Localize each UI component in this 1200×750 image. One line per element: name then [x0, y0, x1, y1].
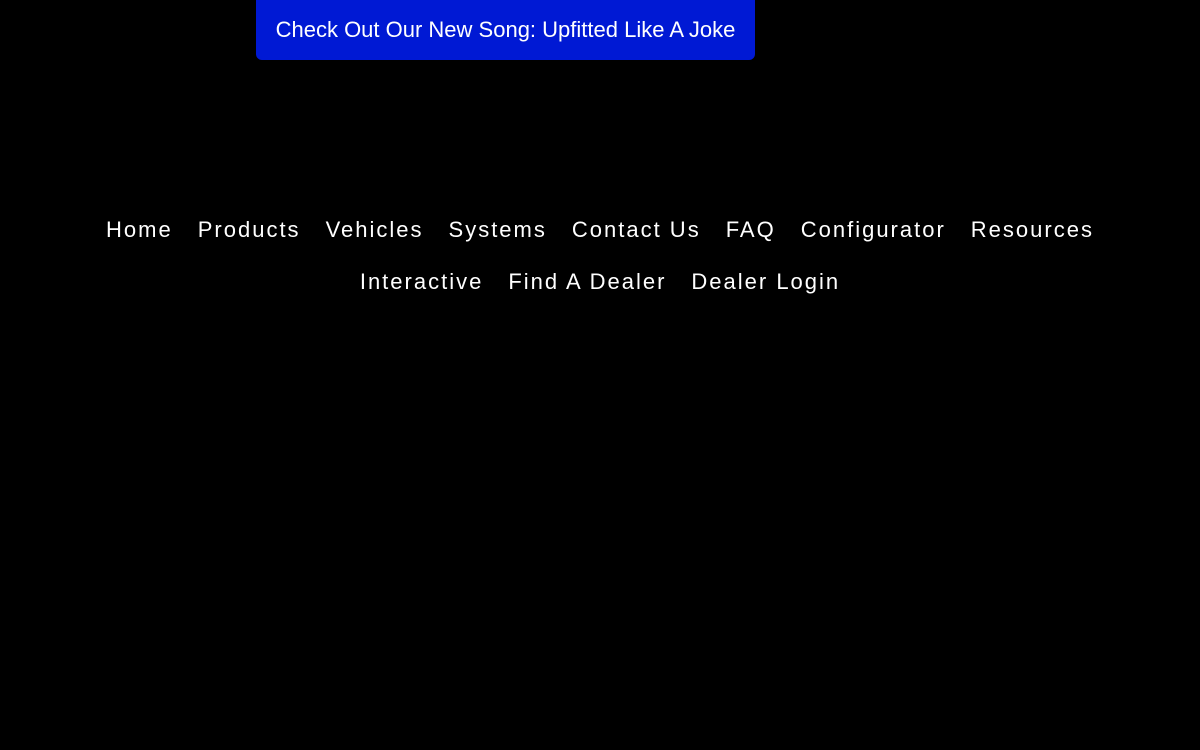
main-navigation: Home Products Vehicles Systems Contact U… [0, 204, 1200, 308]
nav-link-resources[interactable]: Resources [971, 217, 1094, 243]
new-song-promo-button[interactable]: Check Out Our New Song: Upfitted Like A … [256, 0, 755, 60]
nav-link-systems[interactable]: Systems [449, 217, 547, 243]
nav-row-secondary: Interactive Find A Dealer Dealer Login [360, 256, 840, 308]
nav-link-products[interactable]: Products [198, 217, 301, 243]
nav-link-find-a-dealer[interactable]: Find A Dealer [508, 269, 666, 295]
nav-link-configurator[interactable]: Configurator [801, 217, 946, 243]
nav-link-interactive[interactable]: Interactive [360, 269, 484, 295]
nav-row-primary: Home Products Vehicles Systems Contact U… [106, 204, 1094, 256]
nav-link-home[interactable]: Home [106, 217, 173, 243]
nav-link-contact-us[interactable]: Contact Us [572, 217, 701, 243]
nav-link-vehicles[interactable]: Vehicles [326, 217, 424, 243]
nav-link-dealer-login[interactable]: Dealer Login [691, 269, 840, 295]
promo-button-label: Check Out Our New Song: Upfitted Like A … [275, 17, 736, 42]
nav-link-faq[interactable]: FAQ [726, 217, 776, 243]
